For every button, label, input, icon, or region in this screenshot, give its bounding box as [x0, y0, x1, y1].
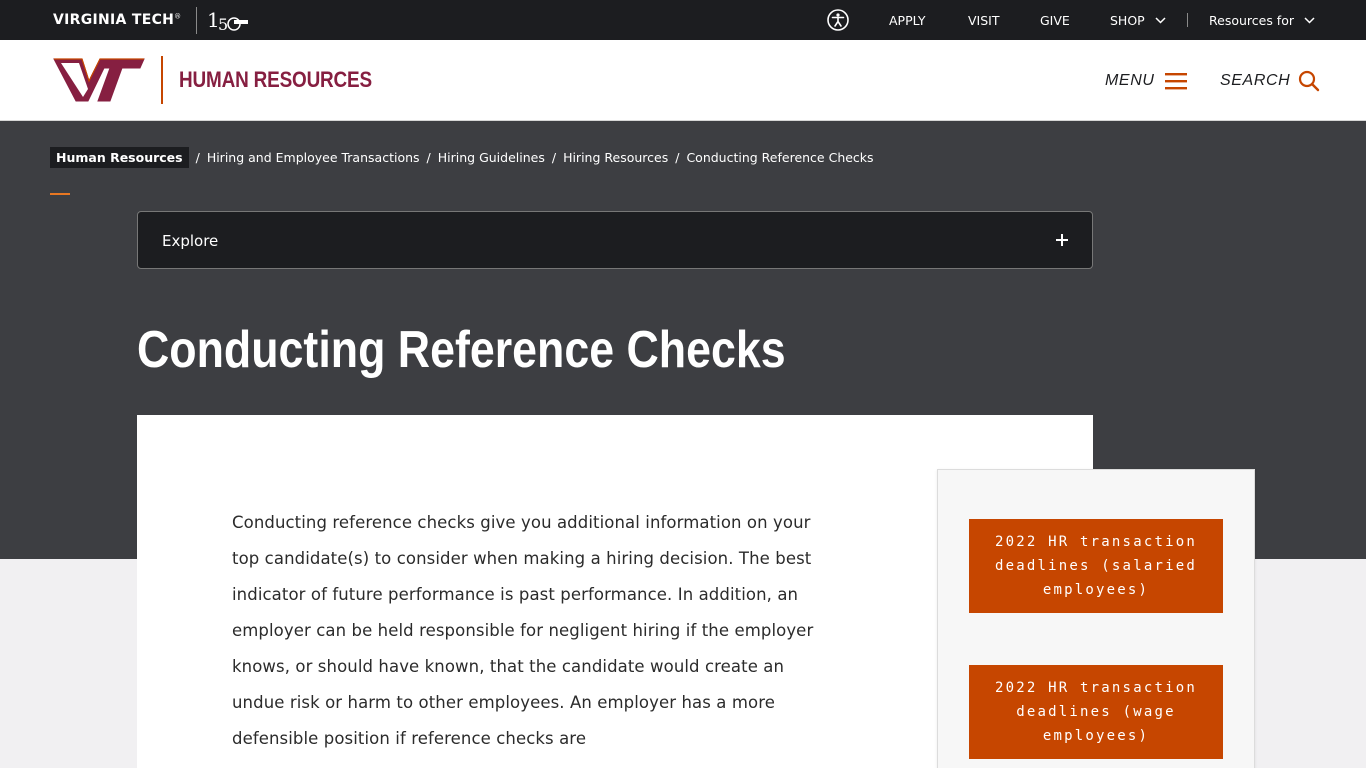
- wage-deadlines-button[interactable]: 2022 HR transaction deadlines (wage empl…: [969, 665, 1223, 759]
- sesquicentennial-logo-icon[interactable]: 1 5: [206, 6, 250, 34]
- accent-line: [50, 193, 70, 195]
- resources-for-dropdown[interactable]: Resources for: [1209, 13, 1315, 28]
- divider: [1187, 13, 1188, 27]
- hamburger-icon: [1164, 73, 1187, 90]
- page-title: Conducting Reference Checks: [137, 321, 786, 379]
- chevron-down-icon: [1155, 17, 1166, 24]
- utility-bar: VIRGINIA TECH® 1 5 APPLY VISIT GIVE SHOP…: [0, 0, 1366, 40]
- vt-logo-icon[interactable]: [52, 57, 146, 103]
- breadcrumb-item-human-resources[interactable]: Human Resources: [50, 146, 189, 168]
- breadcrumb: Human Resources / Hiring and Employee Tr…: [50, 146, 874, 168]
- breadcrumb-separator: /: [551, 149, 557, 165]
- divider: [196, 7, 197, 34]
- shop-dropdown[interactable]: SHOP: [1110, 13, 1166, 28]
- site-header: HUMAN RESOURCES MENU SEARCH: [0, 40, 1366, 121]
- explore-label: Explore: [162, 232, 219, 250]
- chevron-down-icon: [1304, 17, 1315, 24]
- menu-button[interactable]: MENU: [1105, 69, 1187, 93]
- svg-text:5: 5: [218, 15, 228, 34]
- apply-link[interactable]: APPLY: [889, 13, 926, 28]
- plus-icon: [1056, 234, 1068, 246]
- breadcrumb-item-hiring-transactions[interactable]: Hiring and Employee Transactions: [207, 150, 420, 165]
- virginia-tech-wordmark[interactable]: VIRGINIA TECH®: [53, 12, 181, 28]
- breadcrumb-separator: /: [426, 149, 431, 165]
- breadcrumb-item-hiring-resources[interactable]: Hiring Resources: [563, 150, 668, 165]
- breadcrumb-separator: /: [675, 149, 680, 165]
- accessibility-icon[interactable]: [827, 9, 849, 31]
- salaried-deadlines-button[interactable]: 2022 HR transaction deadlines (salaried …: [969, 519, 1223, 613]
- site-name[interactable]: HUMAN RESOURCES: [179, 67, 372, 93]
- divider: [161, 56, 163, 104]
- body-paragraph: Conducting reference checks give you add…: [232, 513, 814, 748]
- sidebar-links: 2022 HR transaction deadlines (salaried …: [937, 469, 1255, 768]
- breadcrumb-item-hiring-guidelines[interactable]: Hiring Guidelines: [438, 150, 545, 165]
- give-link[interactable]: GIVE: [1040, 13, 1070, 28]
- explore-accordion[interactable]: Explore: [137, 211, 1093, 269]
- search-button[interactable]: SEARCH: [1220, 69, 1320, 93]
- visit-link[interactable]: VISIT: [968, 13, 1000, 28]
- breadcrumb-item-current: Conducting Reference Checks: [686, 149, 874, 165]
- breadcrumb-separator: /: [195, 149, 200, 165]
- search-icon: [1299, 70, 1320, 92]
